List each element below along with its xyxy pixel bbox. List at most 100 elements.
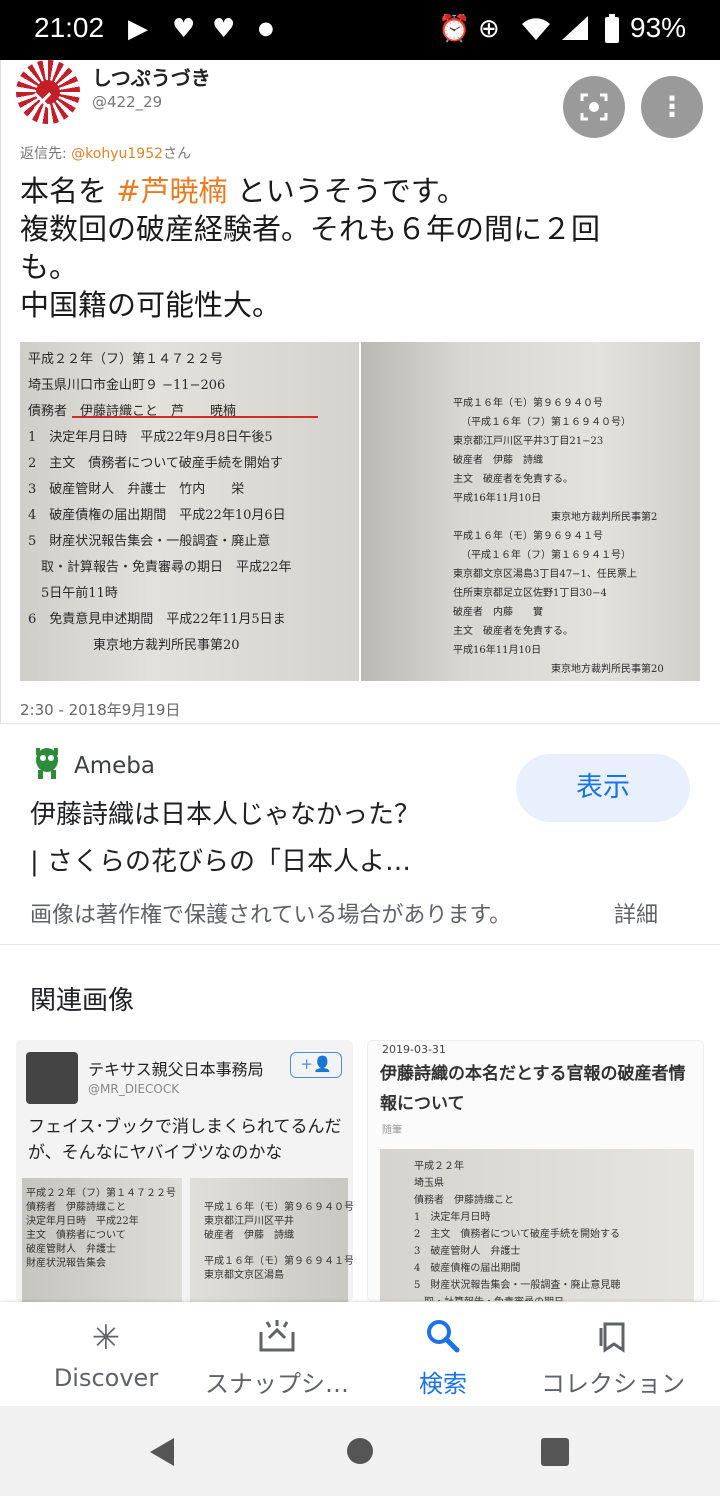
asterisk-icon: ✳	[91, 1318, 121, 1358]
avatar	[26, 1052, 78, 1104]
document-text-line: 主文 破産者を免責する。	[453, 474, 573, 485]
document-text-line: 2 主文 債務者について破産手続を開始す	[28, 456, 283, 471]
system-navigation-bar	[0, 1406, 720, 1496]
document-text-line: 破産者 伊藤 詩織	[453, 455, 543, 466]
tweet-text: 本名を #芦暁楠 というそうです。 複数回の破産経験者。それも６年の間に２回 も…	[20, 172, 700, 324]
account-handle: @422_29	[92, 93, 163, 111]
battery-percent: 93%	[630, 12, 687, 43]
back-icon[interactable]	[150, 1438, 174, 1466]
lens-search-button[interactable]	[563, 76, 625, 138]
document-text-line: （平成１６年（フ）第１６９４０号）	[461, 417, 631, 428]
document-text-line: 東京都江戸川区平井3丁目21−23	[453, 436, 604, 447]
tweet-line-1-post: というそうです。	[227, 174, 466, 208]
article-title: 伊藤詩織の本名だとする官報の破産者情報について	[380, 1064, 686, 1114]
battery-icon	[604, 14, 620, 51]
related-account-name: テキサス親父日本事務局	[88, 1060, 264, 1079]
nav-label: 検索	[419, 1370, 467, 1398]
nav-label: Discover	[53, 1364, 159, 1392]
related-tweet-text: フェイス･ブックで消しまくられてるんだが、そんなにヤバイブツなのかな	[28, 1117, 342, 1163]
tweet-line-1: 本名を #芦暁楠 というそうです。	[20, 172, 700, 210]
related-account-handle: @MR_DIECOCK	[88, 1082, 180, 1096]
article-date: 2019-03-31	[382, 1043, 446, 1056]
document-text-line: 債務者 伊藤詩織こと	[414, 1195, 514, 1206]
document-text-line: 埼玉県	[414, 1178, 444, 1189]
home-icon[interactable]	[347, 1438, 373, 1464]
document-thumbnail: 平成２２年（フ）第１４７２２号 債務者 伊藤詩織こと 決定年月日時 平成22年 …	[22, 1178, 182, 1302]
bottom-navigation: ✳ Discover スナップシ… 検索 コレクション	[0, 1302, 720, 1406]
close-icon[interactable]: ✕	[30, 88, 55, 118]
document-photo-left: 平成２２年（フ）第１４７２２号 埼玉県川口市金山町９ −11−206 債務者 伊藤詩…	[20, 342, 359, 681]
document-text-line: 2 主文 債務者について破産手続を開始する	[414, 1229, 621, 1240]
document-text-line: 平成16年11月10日	[453, 493, 542, 504]
document-text-line: 東京地方裁判所民事第2	[551, 512, 658, 523]
status-bar: 21:02 ▶ ♥ ♥ ● ⏰ ⊕ 93%	[0, 0, 720, 60]
document-text-line: 平成１６年（モ）第９６９４０号	[453, 398, 603, 409]
tweet-timestamp: 2:30 - 2018年9月19日	[20, 701, 181, 719]
search-icon	[378, 1318, 508, 1363]
wifi-icon	[520, 14, 552, 49]
document-text-line: 平成２２年（フ）第１４７２２号	[28, 352, 224, 367]
result-title[interactable]: 伊藤詩織は日本人じゃなかった？ | さくらの花びらの「日本人よ…	[30, 792, 500, 886]
result-image[interactable]: ✕ しつぷうづき @422_29 返信先: @kohyu1952さん 本名を #…	[0, 60, 720, 724]
document-text-line: 取・計算報告・免責審尋の期日 平成22年	[28, 560, 292, 575]
more-vert-icon: ⋮	[658, 90, 686, 123]
divider	[0, 723, 720, 724]
document-photo-right: 平成１６年（モ）第９６９４０号 （平成１６年（フ）第１６９４０号） 東京都江戸川区平…	[361, 342, 700, 681]
ameba-logo-icon	[32, 746, 62, 780]
heart-icon: ♥	[212, 14, 236, 44]
recent-apps-icon[interactable]	[541, 1438, 569, 1466]
document-text-line: 4 破産債権の届出期間 平成22年10月6日	[28, 508, 286, 523]
document-text-line: 東京都文京区湯島3丁目47−1、任民票上	[453, 569, 637, 580]
account-name: しつぷうづき	[92, 66, 211, 90]
reply-to-line: 返信先: @kohyu1952さん	[20, 143, 191, 163]
related-images-heading: 関連画像	[30, 986, 135, 1016]
document-text-line: 東京地方裁判所民事第20	[551, 664, 664, 675]
document-text-line: 東京地方裁判所民事第20	[28, 638, 240, 653]
related-image-1[interactable]: テキサス親父日本事務局 @MR_DIECOCK +👤 フェイス･ブックで消しまく…	[16, 1040, 353, 1302]
youtube-icon: ▶	[128, 14, 148, 44]
alarm-icon: ⏰	[438, 14, 471, 44]
nav-collections[interactable]: コレクション	[530, 1302, 696, 1406]
copyright-notice: 画像は著作権で保護されている場合があります。	[30, 903, 512, 928]
hashtag: #芦暁楠	[116, 174, 228, 208]
tweet-line-1-pre: 本名を	[20, 174, 117, 208]
visit-button[interactable]: 表示	[516, 754, 690, 822]
status-time: 21:02	[34, 12, 105, 43]
document-text-line: 3 破産管財人 弁護士	[414, 1246, 521, 1257]
image-edge	[0, 60, 1, 724]
tweet-line-2: 複数回の破産経験者。それも６年の間に２回	[20, 212, 601, 246]
nav-search[interactable]: 検索	[378, 1302, 508, 1406]
heart-icon: ♥	[172, 14, 196, 44]
article-category: 随筆	[382, 1125, 402, 1136]
dot-icon: ●	[258, 18, 274, 39]
nav-snapshot[interactable]: スナップシ…	[196, 1302, 358, 1406]
reply-prefix: 返信先:	[20, 146, 72, 162]
divider	[0, 944, 720, 945]
document-text-line: （平成１６年（フ）第１６９４１号）	[461, 550, 631, 561]
document-text-line: 4 破産債権の届出期間	[414, 1263, 521, 1274]
reply-mention: @kohyu1952	[71, 146, 164, 162]
document-text-line: 5 財産状況報告集会・一般調査・廃止意見聴	[414, 1280, 621, 1291]
snapshot-icon	[196, 1318, 358, 1363]
nav-discover[interactable]: ✳ Discover	[30, 1302, 182, 1406]
document-text-line: 1 決定年月日時	[414, 1212, 491, 1223]
document-text-line: 5 財産状況報告集会・一般調査・廃止意	[28, 534, 271, 549]
related-image-2[interactable]: 2019-03-31 伊藤詩織の本名だとする官報の破産者情報について 随筆 平成…	[367, 1040, 704, 1302]
details-link[interactable]: 詳細	[614, 897, 658, 929]
document-text-line: 住所東京都足立区佐野1丁目30−4	[453, 588, 607, 599]
document-text-line: 取・計算報告・免責審尋の期日	[414, 1293, 564, 1301]
document-text-line: 平成16年11月10日	[453, 645, 542, 656]
document-text-line: 債務者 伊藤詩織こと 芦 暁楠	[28, 404, 237, 419]
nav-label: コレクション	[541, 1370, 685, 1398]
document-thumbnail: 平成１６年（モ）第９６９４０号 東京都江戸川区平井 破産者 伊藤 詩織 平成１６…	[190, 1178, 353, 1302]
document-text-line: 6 免責意見申述期間 平成22年11月5日ま	[28, 612, 286, 627]
document-thumbnail: 平成２２年埼玉県債務者 伊藤詩織こと 1 決定年月日時 2 主文 債務者について破産…	[380, 1149, 694, 1301]
document-text-line: 5日午前11時	[28, 586, 118, 601]
document-text-line: 主文 破産者を免責する。	[453, 626, 573, 637]
more-options-button[interactable]: ⋮	[641, 76, 703, 138]
document-text-line: 埼玉県川口市金山町９ −11−206	[28, 378, 226, 393]
tweet-line-3: も。	[20, 250, 79, 284]
document-text-line: 平成２２年	[414, 1161, 464, 1172]
signal-icon	[560, 14, 590, 49]
source-name[interactable]: Ameba	[74, 753, 155, 779]
